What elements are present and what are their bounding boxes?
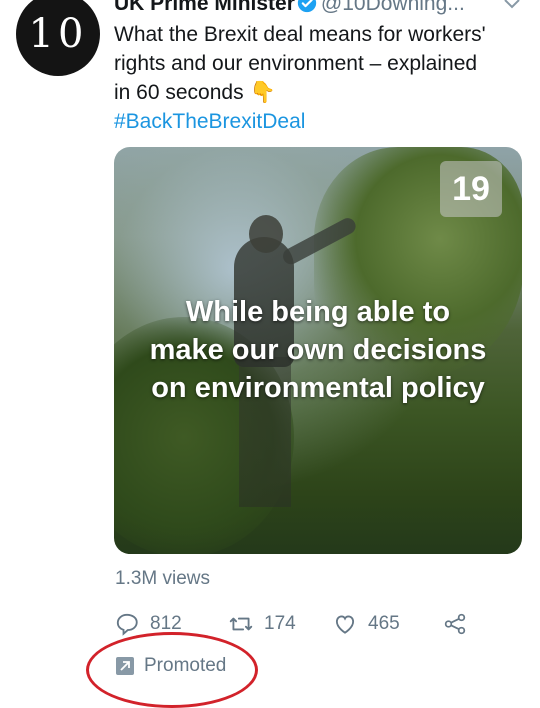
tweet-line-2: rights and our environment – explained [114,52,478,75]
account-avatar[interactable]: 10 [16,0,100,76]
tweet-line-3: in 60 seconds [114,81,244,104]
video-player[interactable]: 19 While being able to make our own deci… [114,147,522,554]
like-button[interactable]: 465 [332,608,400,640]
caption-line-1: While being able to [185,296,451,328]
caret-down-icon[interactable] [500,0,524,14]
reply-icon [116,613,138,636]
share-icon [444,613,466,635]
like-icon [335,615,355,634]
caption-line-3: on environmental policy [151,372,485,404]
view-count: 1.3M views [115,568,211,589]
retweet-button[interactable]: 174 [228,608,296,640]
video-counter-badge: 19 [440,161,502,217]
retweet-icon [229,617,253,631]
pointing-down-emoji: 👇 [249,80,276,104]
red-annotation-circle [86,632,258,708]
tweet-header: UK Prime Minister @10Downing... [114,0,514,18]
avatar-text: 10 [28,11,88,57]
account-name[interactable]: UK Prime Minister [114,0,295,15]
hashtag-link[interactable]: #BackTheBrexitDeal [114,107,524,136]
person-head [249,215,283,253]
tweet-text: What the Brexit deal means for workers' … [114,20,524,136]
share-button[interactable] [442,608,478,640]
video-caption: While being able to make our own decisio… [114,293,522,407]
like-count: 465 [368,613,400,634]
tweet-line-3-wrap: in 60 seconds 👇 [114,78,524,107]
account-handle[interactable]: @10Downing... [321,0,465,15]
tweet-line-1: What the Brexit deal means for workers' [114,23,486,46]
retweet-count: 174 [264,613,296,634]
verified-badge-icon [297,0,317,13]
caption-line-2: make our own decisions [149,334,487,366]
